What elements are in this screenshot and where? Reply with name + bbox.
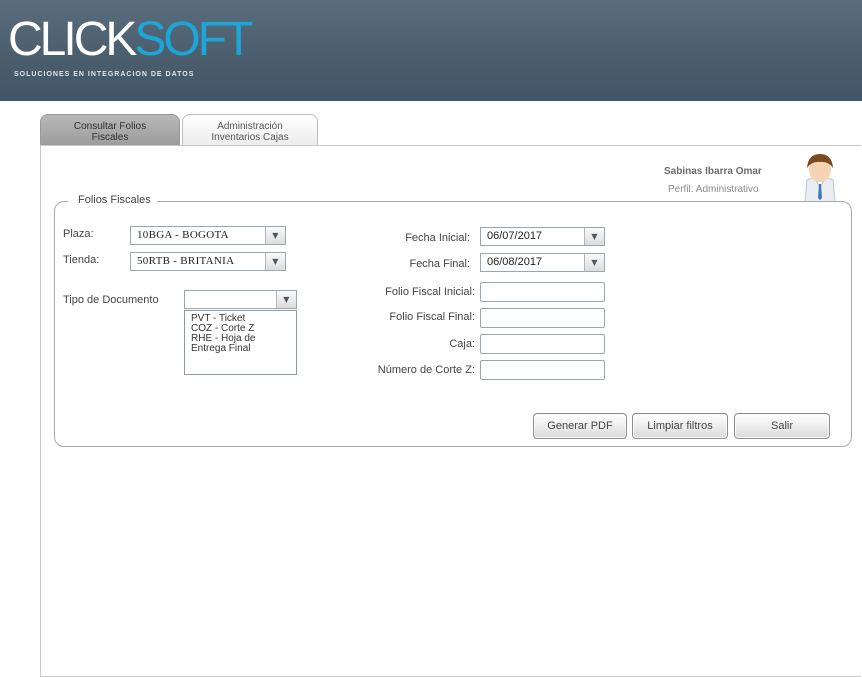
tab-label-line1: Administración bbox=[217, 120, 283, 132]
tab-administracion-inventarios-cajas[interactable]: Administración Inventarios Cajas bbox=[182, 114, 318, 146]
fecha-inicial-picker[interactable]: 06/07/2017 ▼ bbox=[480, 227, 605, 246]
numero-corte-z-input[interactable] bbox=[480, 360, 605, 380]
caja-input[interactable] bbox=[480, 334, 605, 354]
tienda-select[interactable]: 50RTB - BRITANIA ▼ bbox=[130, 252, 286, 271]
limpiar-filtros-button[interactable]: Limpiar filtros bbox=[632, 413, 728, 439]
chevron-down-icon[interactable]: ▼ bbox=[265, 253, 285, 270]
plaza-label: Plaza: bbox=[63, 228, 94, 240]
tab-label-line1: Consultar Folios bbox=[73, 120, 147, 132]
folio-fiscal-inicial-label: Folio Fiscal Inicial: bbox=[385, 286, 475, 298]
tab-label-line2: Inventarios Cajas bbox=[211, 131, 289, 143]
tipo-documento-select[interactable]: ▼ bbox=[184, 290, 297, 309]
fecha-final-value: 06/08/2017 bbox=[487, 256, 543, 268]
folio-fiscal-final-input[interactable] bbox=[480, 308, 605, 328]
list-item[interactable]: Entrega Final bbox=[191, 344, 296, 354]
chevron-down-icon[interactable]: ▼ bbox=[584, 228, 604, 245]
fecha-inicial-label: Fecha Inicial: bbox=[405, 232, 470, 244]
numero-corte-z-label: Número de Corte Z: bbox=[377, 364, 475, 376]
tienda-label: Tienda: bbox=[63, 254, 100, 266]
generar-pdf-button[interactable]: Generar PDF bbox=[533, 413, 627, 439]
user-name: Sabinas Ibarra Omar bbox=[664, 166, 762, 177]
fieldset-legend: Folios Fiscales bbox=[68, 194, 157, 206]
clicksoft-logo: CLICKSOFT bbox=[8, 13, 253, 66]
tab-label-line2: Fiscales bbox=[91, 131, 129, 143]
folio-fiscal-inicial-input[interactable] bbox=[480, 282, 605, 302]
app-header: CLICKSOFT SOLUCIONES EN INTEGRACION DE D… bbox=[0, 0, 862, 101]
user-avatar-icon bbox=[800, 150, 840, 203]
caja-label: Caja: bbox=[449, 338, 475, 350]
fecha-final-label: Fecha Final: bbox=[409, 258, 470, 270]
tipo-documento-options-list[interactable]: PVT - Ticket COZ - Corte Z RHE - Hoja de… bbox=[184, 310, 297, 375]
chevron-down-icon[interactable]: ▼ bbox=[265, 227, 285, 244]
plaza-select[interactable]: 10BGA - BOGOTA ▼ bbox=[130, 226, 286, 245]
tipo-documento-label: Tipo de Documento bbox=[63, 294, 159, 306]
folio-fiscal-final-label: Folio Fiscal Final: bbox=[389, 311, 475, 323]
fecha-final-picker[interactable]: 06/08/2017 ▼ bbox=[480, 253, 605, 272]
tab-consultar-folios-fiscales[interactable]: Consultar Folios Fiscales bbox=[40, 114, 180, 146]
plaza-select-value: 10BGA - BOGOTA bbox=[137, 229, 229, 241]
user-role: Perfil: Administrativo bbox=[668, 184, 759, 195]
chevron-down-icon[interactable]: ▼ bbox=[584, 254, 604, 271]
fecha-inicial-value: 06/07/2017 bbox=[487, 230, 543, 242]
chevron-down-icon[interactable]: ▼ bbox=[276, 291, 296, 308]
tienda-select-value: 50RTB - BRITANIA bbox=[137, 255, 235, 267]
logo-tagline: SOLUCIONES EN INTEGRACION DE DATOS bbox=[14, 71, 195, 78]
salir-button[interactable]: Salir bbox=[734, 413, 830, 439]
